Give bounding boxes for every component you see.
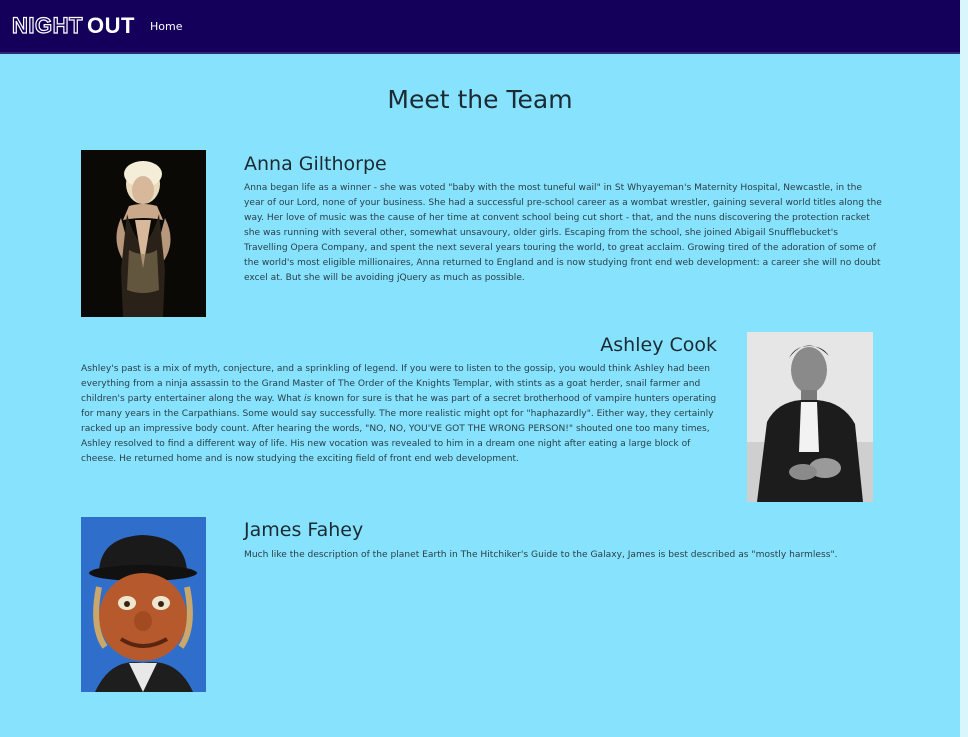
member-bio-james: Much like the description of the planet … bbox=[244, 548, 884, 563]
member-photo-james bbox=[81, 517, 206, 692]
member-name-anna: Anna Gilthorpe bbox=[244, 153, 387, 175]
member-name-ashley: Ashley Cook bbox=[600, 334, 717, 356]
window-right-edge bbox=[960, 0, 968, 737]
brand-logo-out: OUT bbox=[86, 13, 135, 38]
brand-logo[interactable]: NIGHT OUT bbox=[11, 12, 135, 39]
member-bio-anna-text: Anna began life as a winner - she was vo… bbox=[244, 183, 882, 283]
top-navbar: NIGHT OUT Home bbox=[0, 0, 960, 54]
nav-link-home[interactable]: Home bbox=[150, 20, 182, 33]
member-bio-anna: Anna began life as a winner - she was vo… bbox=[244, 181, 884, 286]
brand-logo-night: NIGHT bbox=[11, 12, 83, 38]
member-name-james: James Fahey bbox=[244, 519, 364, 541]
member-photo-ashley bbox=[747, 332, 873, 502]
member-bio-ashley: Ashley's past is a mix of myth, conjectu… bbox=[81, 362, 721, 467]
member-bio-james-text: Much like the description of the planet … bbox=[244, 550, 838, 560]
member-photo-anna bbox=[81, 150, 206, 317]
page-title: Meet the Team bbox=[387, 85, 573, 114]
member-bio-ashley-text-2: known for sure is that he was part of a … bbox=[81, 394, 717, 464]
